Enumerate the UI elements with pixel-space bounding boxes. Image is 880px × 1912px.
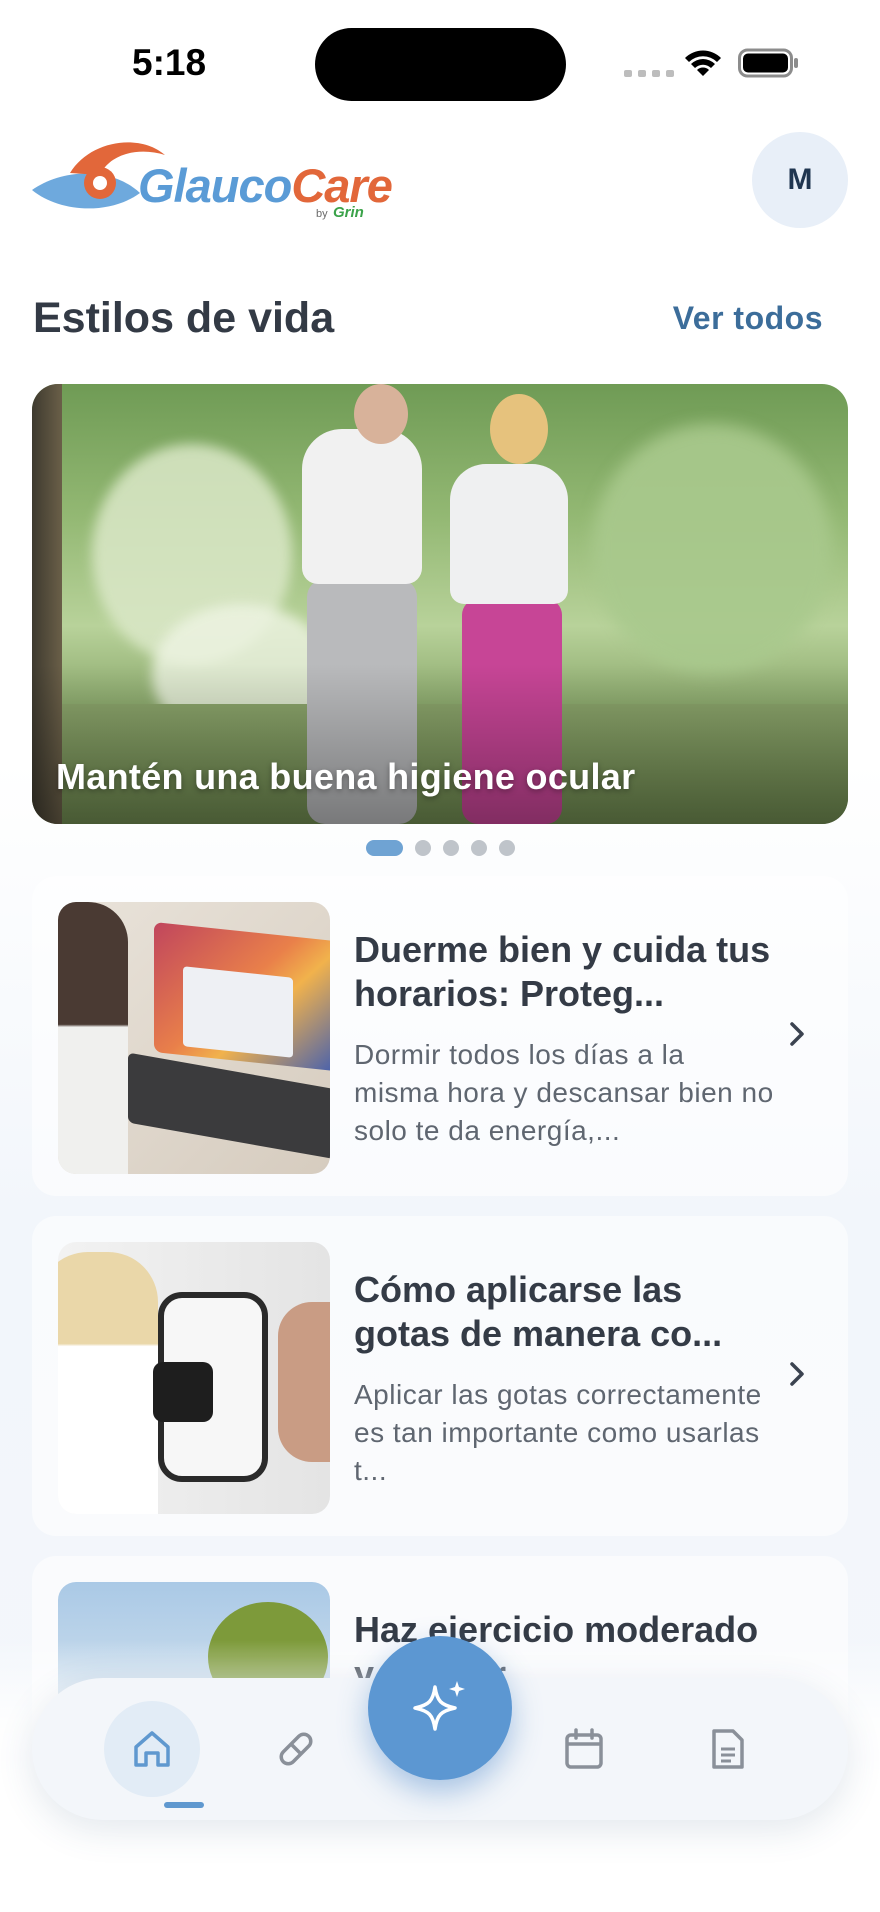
carousel-pagination [366, 840, 515, 856]
cellular-signal-icon [624, 70, 674, 77]
carousel-dot[interactable] [443, 840, 459, 856]
logo-by: by [316, 208, 328, 220]
see-all-link[interactable]: Ver todos [673, 300, 823, 337]
article-title: Cómo aplicarse las gotas de manera co... [354, 1269, 723, 1354]
pill-icon [279, 1732, 313, 1766]
home-icon [134, 1731, 170, 1767]
dynamic-island [315, 28, 566, 101]
article-thumbnail [58, 1242, 330, 1514]
nav-records[interactable] [680, 1701, 776, 1797]
article-card[interactable]: Duerme bien y cuida tus horarios: Proteg… [32, 876, 848, 1196]
article-description: Dormir todos los días a la misma hora y … [354, 1039, 774, 1146]
ai-assistant-button[interactable] [368, 1636, 512, 1780]
carousel-dot-active[interactable] [366, 840, 403, 856]
calendar-icon [565, 1728, 603, 1769]
logo-grin: Grin [333, 204, 364, 221]
nav-home[interactable] [104, 1701, 200, 1797]
hero-carousel-card[interactable]: Mantén una buena higiene ocular [32, 384, 848, 824]
chevron-right-icon [790, 1022, 804, 1046]
article-card[interactable]: Cómo aplicarse las gotas de manera co...… [32, 1216, 848, 1536]
carousel-dot[interactable] [415, 840, 431, 856]
status-time: 5:18 [132, 42, 207, 83]
avatar-initial: M [787, 163, 813, 196]
status-bar: 5:18 [0, 0, 880, 120]
nav-calendar[interactable] [536, 1701, 632, 1797]
user-avatar[interactable]: M [752, 132, 848, 228]
carousel-dot[interactable] [471, 840, 487, 856]
chevron-right-icon [790, 1362, 804, 1386]
nav-active-indicator [164, 1802, 204, 1808]
article-thumbnail [58, 902, 330, 1174]
battery-icon [738, 48, 798, 78]
hero-caption: Mantén una buena higiene ocular [56, 756, 636, 797]
carousel-dot[interactable] [499, 840, 515, 856]
wifi-icon [685, 50, 721, 76]
section-title: Estilos de vida [33, 294, 335, 342]
article-description: Aplicar las gotas correctamente es tan i… [354, 1379, 762, 1486]
article-title: Duerme bien y cuida tus horarios: Proteg… [354, 929, 771, 1014]
sparkle-icon [413, 1681, 465, 1731]
document-icon [712, 1729, 744, 1769]
nav-medication[interactable] [248, 1701, 344, 1797]
